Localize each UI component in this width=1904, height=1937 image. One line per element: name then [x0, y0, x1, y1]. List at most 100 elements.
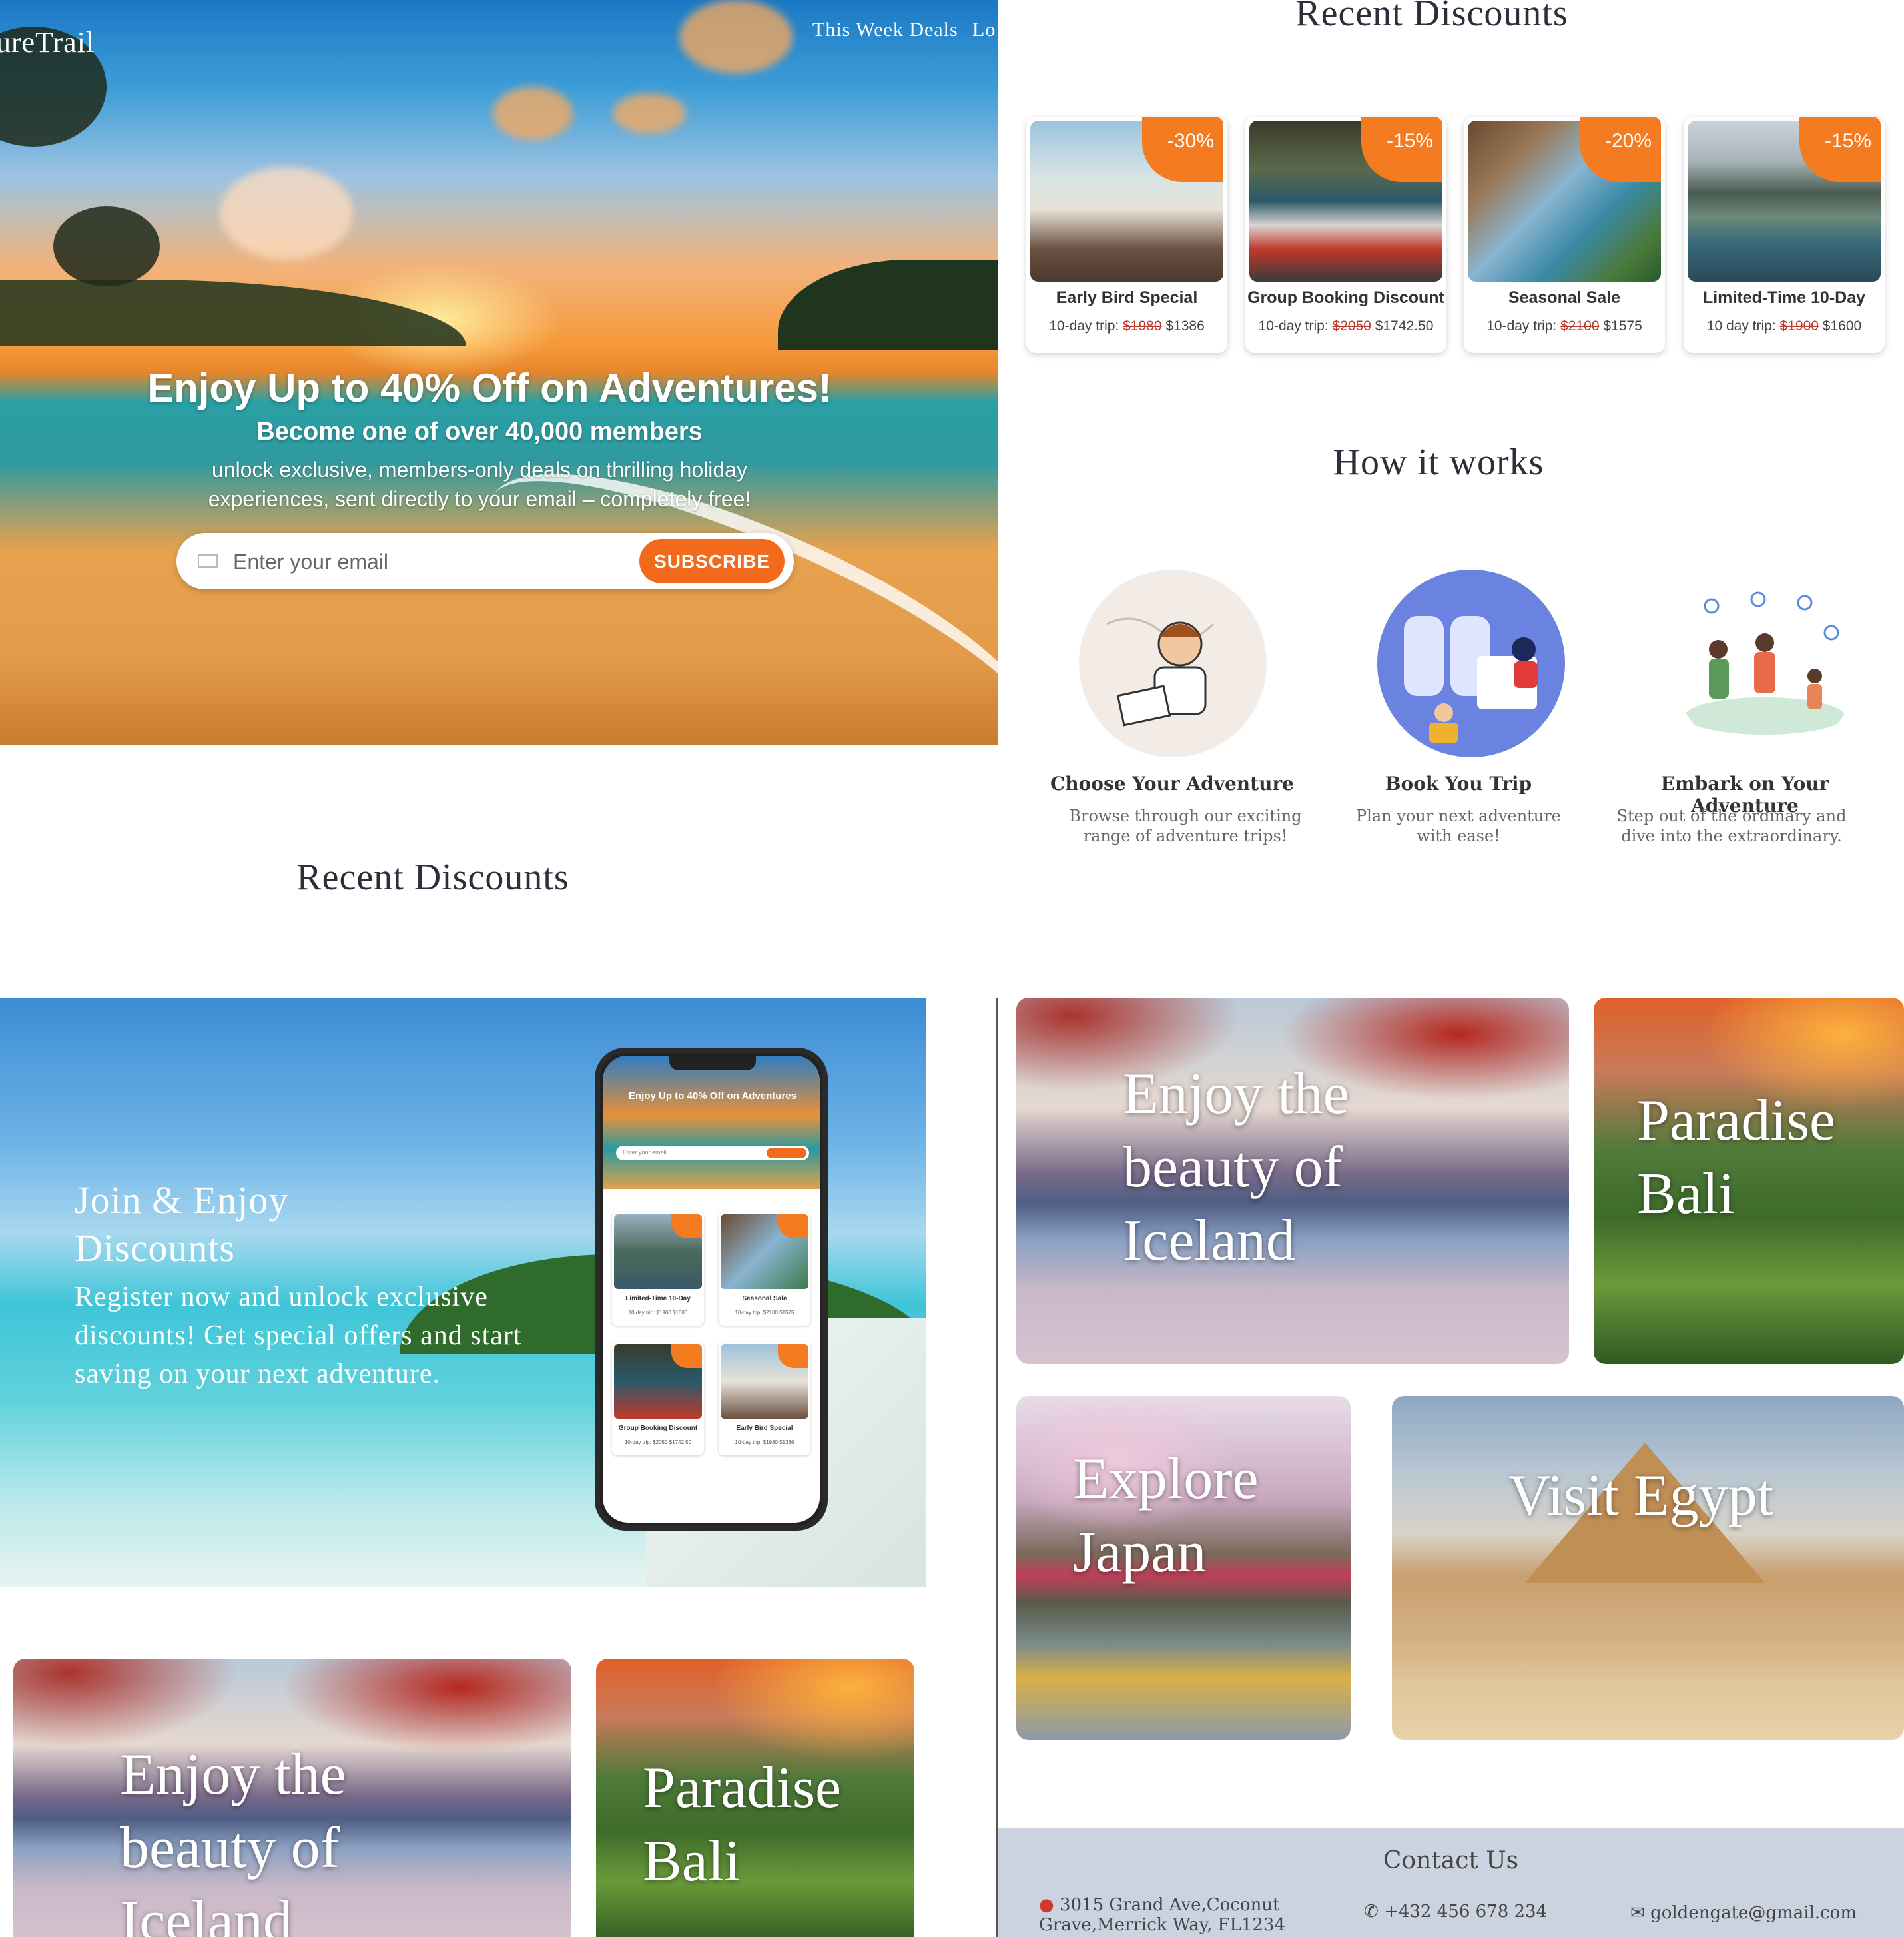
nav-item[interactable]: Lo: [972, 19, 996, 41]
support-agent-illustration-icon: [1079, 570, 1267, 757]
cloud: [220, 167, 353, 260]
panel-divider: [996, 998, 998, 1937]
phone-input-placeholder: Enter your email: [623, 1149, 667, 1156]
phone-deal-name: Seasonal Sale: [742, 1295, 787, 1302]
destination-label: Visit Egypt: [1508, 1463, 1774, 1528]
new-price: $1742.50: [1375, 318, 1434, 334]
phone-subscribe-button: [767, 1148, 806, 1158]
deal-price: 10-day trip: $2050 $1742.50: [1245, 318, 1446, 334]
subscribe-form: SUBSCRIBE: [176, 533, 794, 589]
phone-deal-card: Seasonal Sale 10-day trip: $2100 $1575: [719, 1212, 810, 1326]
phone-headline: Enjoy Up to 40% Off on Adventures: [629, 1090, 796, 1102]
deal-name: Early Bird Special: [1056, 288, 1198, 307]
deal-card[interactable]: -15% Group Booking Discount 10-day trip:…: [1245, 117, 1446, 353]
destination-tile-bali[interactable]: Paradise Bali: [1594, 998, 1904, 1364]
mail-icon: [198, 554, 218, 568]
subscribe-button[interactable]: SUBSCRIBE: [639, 539, 785, 583]
phone-deal-card: Group Booking Discount 10-day trip: $205…: [612, 1342, 704, 1455]
old-price: $2050: [1332, 318, 1371, 334]
booking-illustration-icon: [1377, 570, 1565, 757]
contact-title: Contact Us: [1383, 1847, 1519, 1874]
hero-description: unlock exclusive, members-only deals on …: [208, 458, 751, 511]
step-title: Choose Your Adventure: [1050, 773, 1294, 795]
new-price: $1575: [1603, 318, 1642, 334]
destination-tile-japan[interactable]: Explore Japan: [1016, 1396, 1351, 1740]
phone-deal-price: 10-day trip: $1980 $1386: [735, 1439, 794, 1445]
nav-this-week-deals[interactable]: This Week Deals: [812, 19, 958, 41]
deal-name: Group Booking Discount: [1247, 288, 1444, 307]
step-title: Book You Trip: [1385, 773, 1532, 795]
destination-label: Paradise Bali: [643, 1756, 842, 1894]
phone-deal-price: 10 day trip: $1900 $1600: [628, 1310, 688, 1316]
new-price: $1386: [1165, 318, 1205, 334]
hero-banner: ureTrail This Week Deals Lo Enjoy Up to …: [0, 0, 998, 745]
cloud: [679, 0, 793, 73]
location-pin-icon: ●: [1039, 1895, 1054, 1915]
contact-footer: Contact Us ● 3015 Grand Ave,Coconut Grav…: [998, 1828, 1904, 1937]
hero-headline: Enjoy Up to 40% Off on Adventures!: [147, 366, 832, 410]
price-prefix: 10-day trip:: [1049, 318, 1119, 334]
destination-tile-bali[interactable]: Paradise Bali: [596, 1659, 914, 1937]
phone-icon: ✆: [1364, 1902, 1379, 1922]
destination-label: Enjoy the beauty of Iceland: [120, 1743, 346, 1937]
deal-card[interactable]: -30% Early Bird Special 10-day trip: $19…: [1026, 117, 1227, 353]
island-left: [0, 280, 466, 346]
step-desc: Step out of the ordinary and dive into t…: [1616, 807, 1847, 845]
contact-address: ● 3015 Grand Ave,Coconut Grave,Merrick W…: [1039, 1895, 1292, 1935]
site-logo[interactable]: ureTrail: [0, 25, 95, 59]
cloud: [493, 87, 573, 140]
deal-price: 10-day trip: $1980 $1386: [1026, 318, 1227, 334]
phone-deal-card: Limited-Time 10-Day 10 day trip: $1900 $…: [612, 1212, 704, 1326]
phone-deal-name: Group Booking Discount: [618, 1425, 698, 1432]
phone-notch: [669, 1056, 756, 1070]
destination-label: Paradise Bali: [1637, 1088, 1836, 1226]
contact-email[interactable]: ✉ goldengate@gmail.com: [1630, 1903, 1857, 1923]
destination-label: Explore Japan: [1073, 1447, 1259, 1585]
contact-phone[interactable]: ✆ +432 456 678 234: [1364, 1902, 1547, 1922]
recent-discounts-title: Recent Discounts: [1295, 0, 1568, 34]
phone-deal-card: Early Bird Special 10-day trip: $1980 $1…: [719, 1342, 810, 1455]
new-price: $1600: [1822, 318, 1862, 334]
step-desc: Browse through our exciting range of adv…: [1069, 807, 1302, 845]
hero-subheadline: Become one of over 40,000 members: [256, 418, 703, 446]
how-it-works-title: How it works: [1333, 442, 1544, 483]
phone-screen: Enjoy Up to 40% Off on Adventures Enter …: [603, 1056, 820, 1523]
price-prefix: 10 day trip:: [1706, 318, 1776, 334]
phone-hero: [603, 1056, 820, 1189]
deal-card[interactable]: -20% Seasonal Sale 10-day trip: $2100 $1…: [1464, 117, 1665, 353]
phone-deal-name: Early Bird Special: [736, 1425, 793, 1432]
deal-price: 10-day trip: $2100 $1575: [1464, 318, 1665, 334]
price-prefix: 10-day trip:: [1258, 318, 1329, 334]
deal-card[interactable]: -15% Limited-Time 10-Day 10 day trip: $1…: [1684, 117, 1885, 353]
deal-price: 10 day trip: $1900 $1600: [1684, 318, 1885, 334]
address-text: 3015 Grand Ave,Coconut Grave,Merrick Way…: [1039, 1895, 1286, 1935]
destination-label: Enjoy the beauty of Iceland: [1123, 1062, 1349, 1273]
old-price: $1980: [1123, 318, 1162, 334]
step-desc: Plan your next adventure with ease!: [1356, 807, 1561, 845]
palm-tree: [53, 206, 160, 286]
join-description: Register now and unlock exclusive discou…: [75, 1282, 522, 1389]
email-text: goldengate@gmail.com: [1650, 1903, 1857, 1923]
phone-deal-price: 10-day trip: $2050 $1742.50: [624, 1439, 692, 1445]
phone-email-input: Enter your email: [616, 1146, 809, 1160]
phone-mockup: Enjoy Up to 40% Off on Adventures Enter …: [595, 1048, 828, 1531]
destination-tile-iceland[interactable]: Enjoy the beauty of Iceland: [1016, 998, 1569, 1364]
phone-text: +432 456 678 234: [1384, 1902, 1548, 1922]
join-banner: Join & Enjoy Discounts Register now and …: [0, 998, 926, 1587]
deal-name: Seasonal Sale: [1508, 288, 1621, 307]
destination-tile-iceland[interactable]: Enjoy the beauty of Iceland: [13, 1659, 571, 1937]
destination-tile-egypt[interactable]: Visit Egypt: [1392, 1396, 1904, 1740]
old-price: $1900: [1779, 318, 1819, 334]
email-input[interactable]: [233, 545, 606, 578]
island-right: [778, 260, 998, 350]
cloud: [613, 93, 686, 133]
join-title: Join & Enjoy Discounts: [75, 1178, 289, 1270]
travelers-illustration-icon: [1672, 570, 1859, 757]
deal-name: Limited-Time 10-Day: [1702, 288, 1866, 307]
old-price: $2100: [1560, 318, 1600, 334]
recent-discounts-title: Recent Discounts: [296, 857, 569, 898]
mail-icon: ✉: [1630, 1903, 1645, 1923]
phone-deal-price: 10-day trip: $2100 $1575: [735, 1310, 794, 1316]
price-prefix: 10-day trip:: [1486, 318, 1557, 334]
phone-deal-name: Limited-Time 10-Day: [625, 1295, 691, 1302]
